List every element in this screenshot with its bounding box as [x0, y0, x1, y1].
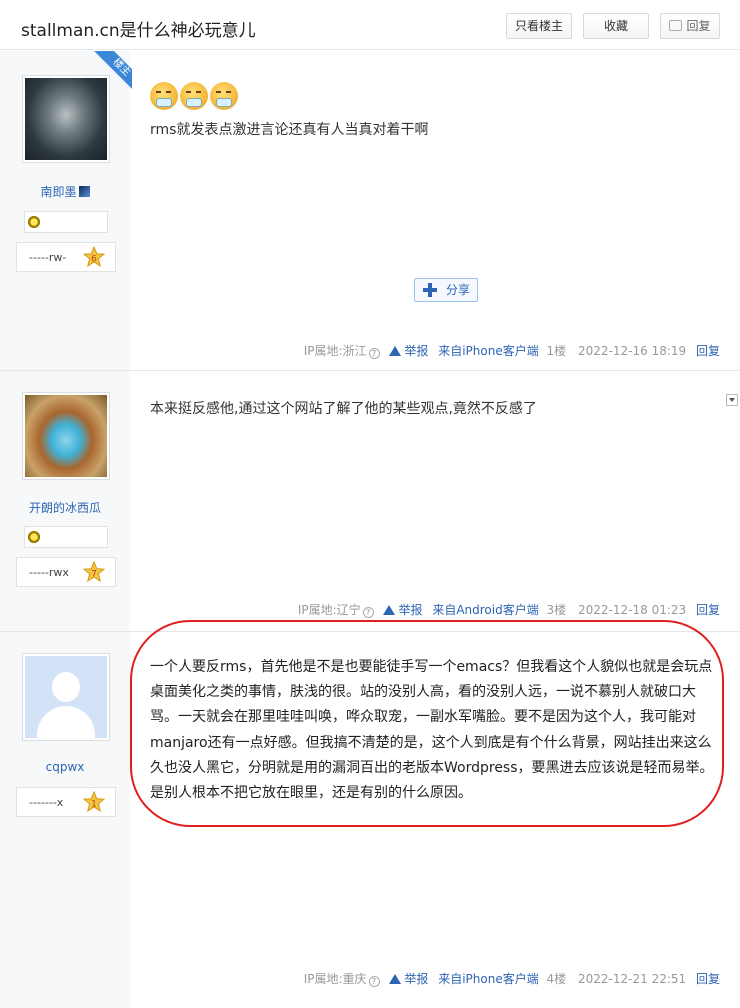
level-text: -----rw-: [29, 251, 67, 264]
client-link[interactable]: 来自iPhone客户端: [438, 972, 539, 986]
level-number: 6: [91, 255, 97, 265]
level-star-icon: 7: [83, 561, 105, 583]
op-badge-label: 楼主: [92, 51, 132, 91]
warning-icon: [389, 346, 402, 356]
question-icon[interactable]: ?: [362, 607, 374, 618]
thread-header: stallman.cn是什么神必玩意儿 只看楼主 收藏 回复: [0, 0, 740, 50]
share-label: 分享: [446, 283, 471, 297]
sun-badge-icon: [28, 216, 40, 228]
red-highlight-annotation: [130, 620, 724, 827]
avatar[interactable]: [22, 392, 110, 480]
level-number: 7: [91, 570, 97, 580]
username[interactable]: cqpwx: [0, 760, 130, 774]
client-link[interactable]: 来自iPhone客户端: [438, 344, 539, 358]
reply-bubble-icon: [669, 20, 683, 31]
warning-icon: [383, 605, 396, 615]
thread-title: stallman.cn是什么神必玩意儿: [21, 21, 256, 41]
share-button[interactable]: 分享: [414, 278, 478, 302]
post-content: rms就发表点激进言论还真有人当真对着干啊: [150, 122, 429, 138]
reply-button-label: 回复: [686, 19, 711, 33]
post-meta: IP属地:重庆? 举报 来自iPhone客户端 4楼 2022-12-21 22…: [304, 970, 720, 987]
post-meta: IP属地:浙江? 举报 来自iPhone客户端 1楼 2022-12-16 18…: [304, 342, 720, 359]
share-plus-icon: [423, 283, 437, 297]
report-link[interactable]: 举报: [404, 972, 428, 986]
report-link[interactable]: 举报: [398, 603, 422, 617]
reply-link[interactable]: 回复: [696, 603, 720, 617]
warning-icon: [389, 974, 402, 984]
username[interactable]: 开朗的冰西瓜: [0, 499, 130, 516]
post-time: 2022-12-21 22:51: [578, 972, 687, 986]
ip-location: IP属地:浙江: [303, 344, 367, 358]
emoji-icon: [150, 82, 178, 110]
op-badge: 楼主: [92, 51, 132, 91]
reply-link[interactable]: 回复: [696, 972, 720, 986]
report-link[interactable]: 举报: [404, 344, 428, 358]
level-box: -----rw- 6: [16, 242, 116, 272]
reply-button[interactable]: 回复: [660, 13, 720, 39]
post-2: 开朗的冰西瓜 -----rwx 7 本来挺反感他,通过这个网站了解了他的某些观点…: [0, 371, 740, 632]
level-number: 1: [91, 800, 97, 810]
emoji-icon: [180, 82, 208, 110]
post-menu-dropdown[interactable]: [726, 394, 738, 406]
level-star-icon: 1: [83, 791, 105, 813]
post-content: 本来挺反感他,通过这个网站了解了他的某些观点,竟然不反感了: [150, 401, 537, 417]
avatar[interactable]: [22, 653, 110, 741]
post-time: 2022-12-18 01:23: [578, 603, 687, 617]
username[interactable]: 南即墨: [0, 183, 130, 200]
favorite-button[interactable]: 收藏: [583, 13, 649, 39]
ip-location: IP属地:辽宁: [297, 603, 361, 617]
emoji-row: [150, 82, 240, 112]
client-link[interactable]: 来自Android客户端: [432, 603, 538, 617]
floor-number: 3楼: [546, 603, 567, 617]
level-star-icon: 6: [83, 246, 105, 268]
ip-location: IP属地:重庆: [303, 972, 367, 986]
level-text: -------x: [29, 796, 64, 809]
member-badge: [24, 526, 108, 548]
level-box: -------x 1: [16, 787, 116, 817]
question-icon[interactable]: ?: [368, 976, 380, 987]
floor-number: 4楼: [546, 972, 567, 986]
level-text: -----rwx: [29, 566, 69, 579]
post-time: 2022-12-16 18:19: [578, 344, 687, 358]
member-badge: [24, 211, 108, 233]
reply-link[interactable]: 回复: [696, 344, 720, 358]
only-op-button[interactable]: 只看楼主: [506, 13, 572, 39]
post-meta: IP属地:辽宁? 举报 来自Android客户端 3楼 2022-12-18 0…: [298, 601, 720, 618]
floor-number: 1楼: [546, 344, 567, 358]
emoji-icon: [210, 82, 238, 110]
post-1: 南即墨 -----rw- 6 楼主 rms就发表点激进言论还真有人当真对着干啊 …: [0, 51, 740, 371]
question-icon[interactable]: ?: [368, 348, 380, 359]
sun-badge-icon: [28, 531, 40, 543]
level-box: -----rwx 7: [16, 557, 116, 587]
